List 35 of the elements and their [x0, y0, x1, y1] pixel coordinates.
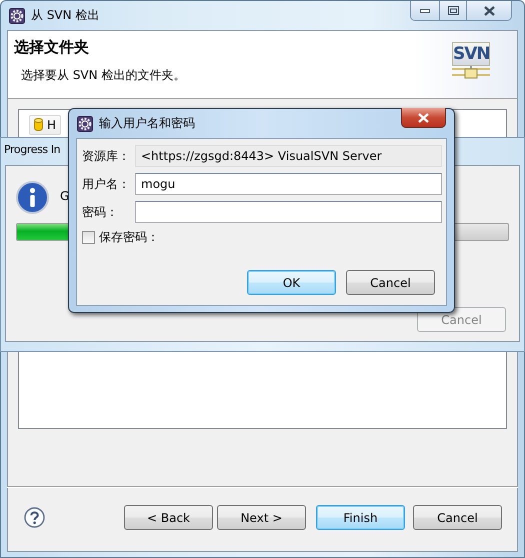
- field-label: 用户名：: [82, 176, 131, 192]
- network-bar-icon: [451, 66, 491, 79]
- tree-item[interactable]: H: [29, 115, 62, 135]
- dialog-title: Progress In: [4, 143, 60, 158]
- database-icon: [34, 118, 43, 132]
- gear-icon: [77, 116, 93, 132]
- page-description: 选择要从 SVN 检出的文件夹。: [21, 67, 186, 84]
- dialog-title: 输入用户名和密码: [99, 115, 195, 132]
- dialog-button[interactable]: Next >: [217, 505, 306, 530]
- minimize-icon: [420, 8, 430, 12]
- page-title: 选择文件夹: [14, 38, 90, 57]
- help-icon[interactable]: [24, 507, 45, 528]
- window-title: 从 SVN 检出: [31, 7, 100, 24]
- maximize-icon: [448, 6, 458, 15]
- dialog-button[interactable]: Cancel: [346, 270, 435, 295]
- input-field[interactable]: [135, 201, 442, 223]
- dialog-button[interactable]: Cancel: [413, 505, 502, 530]
- field-label: 资源库：: [82, 148, 131, 164]
- maximize-button[interactable]: [440, 1, 467, 20]
- default-dialog-button[interactable]: Finish: [316, 505, 405, 530]
- close-button[interactable]: [467, 1, 511, 20]
- close-icon: [418, 112, 429, 122]
- input-field[interactable]: mogu: [135, 173, 442, 195]
- checkbox[interactable]: [82, 231, 95, 244]
- minimize-button[interactable]: [411, 1, 440, 20]
- checkbox-label: 保存密码：: [99, 229, 159, 246]
- info-icon: [16, 181, 49, 214]
- close-button[interactable]: [401, 108, 446, 128]
- close-icon: [484, 6, 494, 16]
- default-dialog-button[interactable]: OK: [247, 270, 336, 295]
- svn-logo: SVN: [452, 42, 490, 66]
- dialog-button[interactable]: < Back: [124, 505, 213, 530]
- field-label: 密码：: [82, 204, 119, 220]
- gear-icon: [9, 8, 25, 24]
- readonly-field[interactable]: <https://zgsgd:8443> VisualSVN Server: [135, 145, 442, 167]
